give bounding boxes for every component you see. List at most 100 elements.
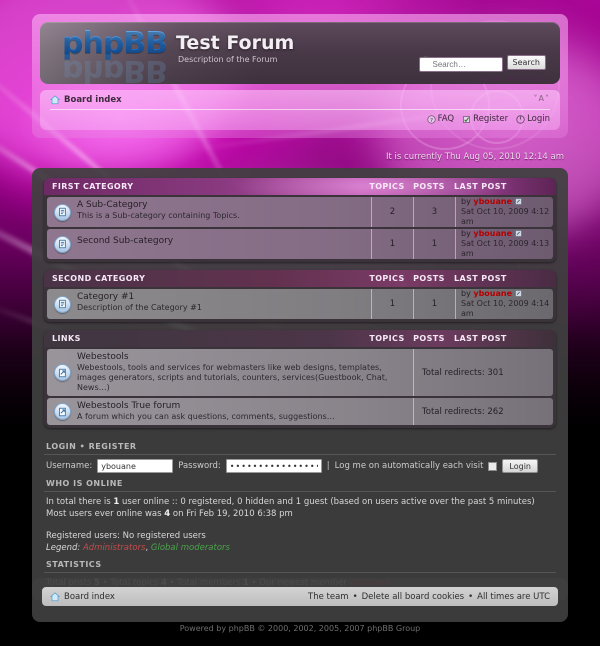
last-post-author[interactable]: ybouane — [473, 197, 512, 206]
column-header-posts: POSTS — [413, 182, 445, 191]
forum-topics-count: 1 — [371, 289, 413, 319]
goto-post-icon[interactable] — [514, 198, 522, 205]
table-row[interactable]: Category #1 Description of the Category … — [47, 289, 553, 319]
link-description: Webestools, tools and services for webma… — [77, 363, 388, 392]
goto-post-icon[interactable] — [514, 290, 522, 297]
column-header-last-post: LAST POST — [454, 182, 507, 191]
column-header-last-post: LAST POST — [454, 274, 507, 283]
table-row[interactable]: Webestools Webestools, tools and service… — [47, 349, 553, 396]
the-team-link[interactable]: The team — [308, 592, 349, 602]
forum-icon — [53, 235, 71, 253]
site-description: Description of the Forum — [178, 55, 278, 64]
register-title-link[interactable]: REGISTER — [89, 442, 137, 451]
link-description: A forum which you can ask questions, com… — [77, 412, 335, 421]
nav-link-login-label: Login — [527, 114, 550, 124]
column-header-posts: POSTS — [413, 334, 445, 343]
login-button[interactable]: Login — [502, 459, 538, 473]
forum-icon-cell — [47, 229, 77, 259]
forum-info: Second Sub-category — [77, 229, 371, 259]
links-title[interactable]: LINKS — [52, 334, 366, 343]
register-icon — [463, 115, 470, 123]
last-post-by-prefix: by — [461, 229, 471, 238]
last-post-author[interactable]: ybouane — [473, 289, 512, 298]
table-row[interactable]: A Sub-Category This is a Sub-category co… — [47, 197, 553, 227]
chevron-up-icon[interactable]: ˅A˄ — [534, 94, 550, 103]
legend-administrators[interactable]: Administrators — [83, 543, 146, 553]
who-is-online-title: WHO IS ONLINE — [44, 473, 556, 492]
column-header-topics: TOPICS — [369, 334, 405, 343]
link-icon-cell — [47, 349, 77, 396]
home-icon — [50, 591, 60, 601]
autologin-checkbox[interactable] — [488, 461, 498, 471]
username-input[interactable] — [97, 459, 174, 473]
nav-link-register[interactable]: Register — [462, 114, 508, 124]
power-icon — [516, 114, 525, 124]
registered-users-line: Registered users: No registered users — [46, 531, 206, 541]
last-post-date: Sat Oct 10, 2009 4:14 am — [461, 299, 550, 318]
search-input[interactable] — [418, 57, 503, 72]
copyright-notice: Powered by phpBB © 2000, 2002, 2005, 200… — [179, 624, 421, 633]
search-box: Search Advanced search — [418, 52, 546, 83]
category-title[interactable]: SECOND CATEGORY — [52, 274, 366, 283]
username-label: Username: — [46, 461, 93, 471]
delete-cookies-link[interactable]: Delete all board cookies — [362, 592, 465, 602]
nav-link-login[interactable]: Login — [516, 114, 550, 124]
link-title[interactable]: Webestools True forum — [77, 401, 180, 411]
column-header-last-post: LAST POST — [454, 334, 507, 343]
nav-link-faq[interactable]: ? FAQ — [426, 114, 454, 124]
last-post-author[interactable]: ybouane — [473, 229, 512, 238]
login-title-link[interactable]: LOGIN — [46, 442, 76, 451]
forum-link[interactable]: A Sub-Category — [77, 200, 148, 210]
online-total-pre: In total there is — [46, 497, 114, 507]
column-header-topics: TOPICS — [369, 182, 405, 191]
legend-comma: , — [145, 543, 149, 553]
navbar-divider — [50, 109, 550, 110]
last-post-by-prefix: by — [461, 289, 471, 298]
site-header: phpBB phpBB Test Forum Description of th… — [32, 14, 568, 138]
forum-info: A Sub-Category This is a Sub-category co… — [77, 197, 371, 227]
forum-icon — [53, 203, 71, 221]
table-row[interactable]: Webestools True forum A forum which you … — [47, 398, 553, 425]
category-block-first: FIRST CATEGORY TOPICS POSTS LAST POST A … — [44, 178, 556, 262]
table-row[interactable]: Second Sub-category 1 1 by ybouane Sat O… — [47, 229, 553, 259]
column-header-posts: POSTS — [413, 274, 445, 283]
login-divider: | — [326, 461, 330, 471]
online-record-post: on Fri Feb 19, 2010 6:38 pm — [170, 509, 293, 519]
autologin-label: Log me on automatically each visit — [334, 461, 484, 471]
link-redirect-count: Total redirects: 262 — [413, 398, 553, 425]
breadcrumb-board-index[interactable]: Board index — [64, 95, 122, 105]
forum-link[interactable]: Second Sub-category — [77, 236, 173, 246]
password-input[interactable] — [225, 459, 322, 473]
page-title: Test Forum — [176, 32, 295, 54]
svg-text:?: ? — [430, 117, 433, 123]
link-info: Webestools True forum A forum which you … — [77, 398, 413, 425]
search-button[interactable]: Search — [506, 54, 546, 70]
forum-posts-count: 3 — [413, 197, 455, 227]
forum-link[interactable]: Category #1 — [77, 292, 134, 302]
phpbb-logo-reflection: phpBB — [62, 53, 168, 84]
category-title[interactable]: FIRST CATEGORY — [52, 182, 366, 191]
footer-board-index-link[interactable]: Board index — [64, 592, 115, 602]
statistics-title: STATISTICS — [44, 554, 556, 573]
goto-post-icon[interactable] — [514, 230, 522, 237]
legend-global-moderators[interactable]: Global moderators — [151, 543, 230, 553]
legend-label: Legend: — [46, 543, 81, 553]
forum-last-post: by ybouane Sat Oct 10, 2009 4:14 am — [455, 289, 553, 319]
category-block-second: SECOND CATEGORY TOPICS POSTS LAST POST C… — [44, 270, 556, 322]
forum-description: This is a Sub-category containing Topics… — [77, 211, 240, 220]
home-icon — [50, 95, 60, 105]
online-total-post: user online :: 0 registered, 0 hidden an… — [119, 497, 535, 507]
forum-icon-cell — [47, 197, 77, 227]
navigation-links: ? FAQ Register Login — [426, 114, 550, 124]
forum-topics-count: 2 — [371, 197, 413, 227]
login-register-title: LOGIN • REGISTER — [44, 436, 556, 455]
advanced-search-link[interactable]: Advanced search — [419, 74, 546, 83]
current-time: It is currently Thu Aug 05, 2010 12:14 a… — [386, 152, 564, 162]
legend-line: Legend: Administrators, Global moderator… — [46, 542, 556, 554]
online-record-pre: Most users ever online was — [46, 509, 165, 519]
forum-info: Category #1 Description of the Category … — [77, 289, 371, 319]
links-block: LINKS TOPICS POSTS LAST POST Webestools … — [44, 330, 556, 428]
footer-breadcrumb: Board index — [50, 592, 308, 602]
link-title[interactable]: Webestools — [77, 352, 129, 362]
links-header: LINKS TOPICS POSTS LAST POST — [44, 330, 556, 347]
